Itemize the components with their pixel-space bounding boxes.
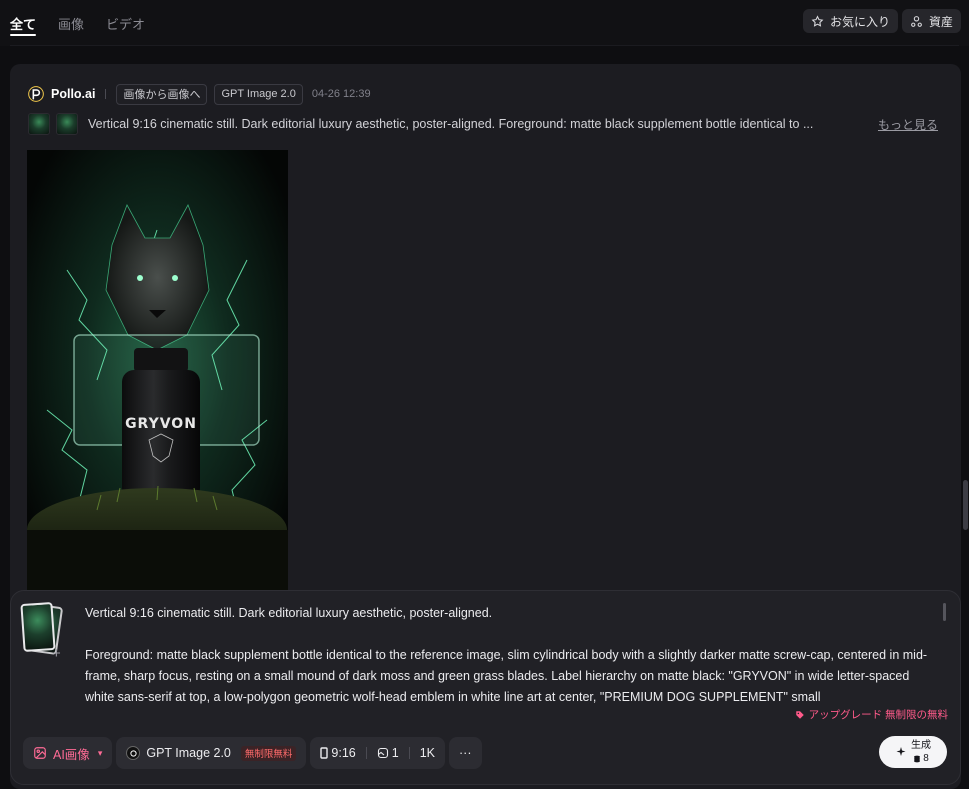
ai-image-icon	[34, 747, 46, 759]
prompt-scrollbar[interactable]	[943, 603, 946, 621]
composer-toolbar: AI画像 ▾ GPT Image 2.0 無制限無料 9:16 1 1K ···	[23, 737, 482, 769]
generate-label-group: 生成 8	[911, 739, 931, 765]
sparkle-icon	[896, 747, 906, 756]
chevron-down-icon: ▾	[97, 747, 103, 758]
prompt-textarea[interactable]: Vertical 9:16 cinematic still. Dark edit…	[85, 603, 941, 705]
favorites-button[interactable]: お気に入り	[802, 9, 898, 33]
reference-image-front	[20, 601, 56, 653]
credits-value: 8	[923, 753, 929, 764]
timestamp: 04-26 12:39	[311, 88, 371, 100]
generated-image-art: GRYVON	[27, 150, 288, 612]
brand-name: Pollo.ai	[51, 87, 96, 101]
prompt-line-2: Foreground: matte black supplement bottl…	[85, 648, 928, 704]
count-option[interactable]: 1	[377, 746, 399, 760]
reference-thumbnail-2[interactable]	[56, 113, 78, 135]
upgrade-link[interactable]: アップグレード 無制限の無料	[795, 707, 948, 722]
upgrade-text: アップグレード 無制限の無料	[808, 709, 948, 721]
generated-image[interactable]: GRYVON	[27, 150, 288, 612]
model-label: GPT Image 2.0	[146, 746, 231, 760]
generate-label: 生成	[911, 740, 931, 751]
option-separator	[408, 747, 410, 759]
resolution-option[interactable]: 1K	[420, 746, 435, 760]
image-count-icon	[377, 747, 388, 759]
tab-videos[interactable]: ビデオ	[106, 0, 145, 46]
mode-tag: 画像から画像へ	[116, 83, 208, 105]
assets-icon	[911, 15, 922, 27]
see-more-link[interactable]: もっと見る	[878, 116, 938, 133]
filter-tabs: 全て 画像 ビデオ	[10, 0, 145, 46]
assets-label: 資産	[928, 14, 953, 29]
model-select[interactable]: GPT Image 2.0 無制限無料	[116, 737, 307, 769]
prompt-row: Vertical 9:16 cinematic still. Dark edit…	[28, 112, 938, 136]
top-divider	[10, 45, 959, 46]
count-value: 1	[391, 746, 399, 760]
app-root: 全て 画像 ビデオ お気に入り 資産 Pollo.ai 画像から画像へ GPT …	[0, 0, 969, 789]
aspect-ratio-icon	[320, 747, 329, 759]
generate-button[interactable]: 生成 8	[879, 736, 947, 768]
header-separator	[105, 89, 107, 99]
tab-all[interactable]: 全て	[10, 0, 37, 46]
tab-images[interactable]: 画像	[58, 0, 84, 46]
add-reference-icon[interactable]: +	[52, 645, 61, 662]
resolution-value: 1K	[419, 746, 435, 760]
pollo-logo-icon	[28, 86, 44, 102]
unlimited-free-badge: 無制限無料	[240, 745, 297, 761]
more-options-icon: ···	[459, 746, 472, 760]
generate-credits: 8	[913, 752, 929, 765]
reference-thumbnail-1[interactable]	[28, 113, 50, 135]
option-separator	[365, 747, 367, 759]
aspect-ratio-value: 9:16	[331, 746, 356, 760]
page-scrollbar[interactable]	[963, 480, 968, 530]
assets-button[interactable]: 資産	[901, 9, 961, 33]
prompt-preview: Vertical 9:16 cinematic still. Dark edit…	[88, 117, 814, 131]
prompt-composer: + Vertical 9:16 cinematic still. Dark ed…	[10, 590, 961, 785]
star-icon	[811, 14, 824, 27]
tag-icon	[795, 710, 804, 719]
generation-options[interactable]: 9:16 1 1K	[310, 737, 445, 769]
ai-mode-label: AI画像	[53, 747, 90, 762]
reference-image-stack[interactable]: +	[20, 601, 66, 662]
ai-mode-select[interactable]: AI画像 ▾	[23, 737, 113, 769]
openai-icon	[126, 746, 141, 760]
aspect-ratio-option[interactable]: 9:16	[320, 746, 356, 760]
favorites-label: お気に入り	[829, 14, 890, 29]
bottle-label: GRYVON	[125, 416, 197, 432]
more-options-button[interactable]: ···	[449, 737, 482, 769]
top-bar: 全て 画像 ビデオ お気に入り 資産	[0, 0, 969, 46]
prompt-line-1: Vertical 9:16 cinematic still. Dark edit…	[85, 606, 493, 620]
credits-icon	[914, 755, 921, 762]
card-header: Pollo.ai 画像から画像へ GPT Image 2.0 04-26 12:…	[28, 83, 371, 105]
model-tag: GPT Image 2.0	[214, 83, 303, 105]
top-actions: お気に入り 資産	[802, 9, 961, 33]
